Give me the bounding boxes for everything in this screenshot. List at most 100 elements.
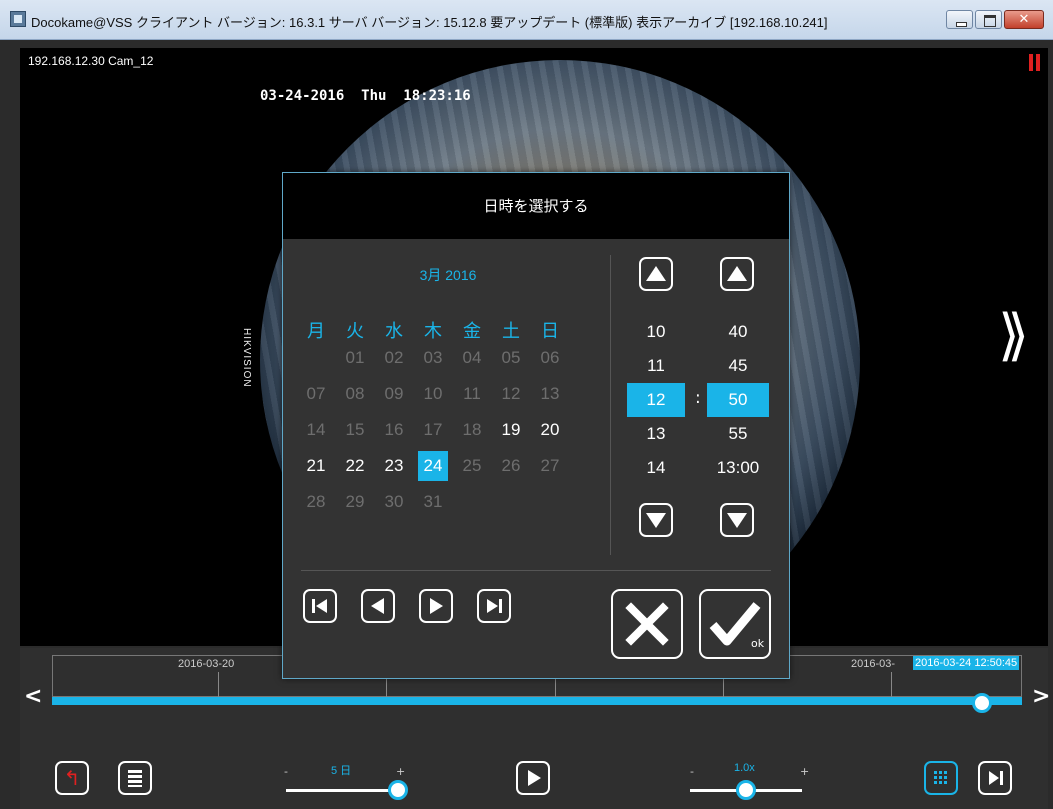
first-month-button[interactable] bbox=[303, 589, 337, 623]
next-month-button[interactable] bbox=[419, 589, 453, 623]
calendar-day[interactable]: 14 bbox=[301, 415, 331, 445]
prev-month-button[interactable] bbox=[361, 589, 395, 623]
weekday-label: 日 bbox=[541, 321, 559, 342]
calendar-day[interactable]: 28 bbox=[301, 487, 331, 517]
range-value: 5 日 bbox=[331, 765, 352, 777]
pause-icon[interactable] bbox=[1029, 54, 1041, 71]
timeline-tick bbox=[218, 672, 219, 698]
hour-option[interactable]: 13 bbox=[627, 417, 685, 451]
speed-value: 1.0x bbox=[734, 762, 755, 774]
play-button[interactable] bbox=[516, 761, 550, 795]
next-camera-chevron-icon[interactable]: ⟫ bbox=[998, 303, 1029, 368]
calendar-day[interactable]: 21 bbox=[301, 451, 331, 481]
hour-option[interactable]: 11 bbox=[627, 349, 685, 383]
calendar-day[interactable]: 24 bbox=[418, 451, 448, 481]
grid-layout-button[interactable] bbox=[924, 761, 958, 795]
minute-option[interactable]: 55 bbox=[707, 417, 769, 451]
time-separator: : bbox=[695, 388, 701, 408]
grid-icon bbox=[934, 771, 947, 784]
triangle-up-icon bbox=[727, 266, 747, 281]
calendar-day[interactable]: 25 bbox=[457, 451, 487, 481]
app-icon bbox=[10, 11, 26, 27]
timeline-progress-bar[interactable] bbox=[52, 697, 1022, 705]
list-icon bbox=[128, 770, 142, 787]
calendar-day[interactable]: 29 bbox=[340, 487, 370, 517]
list-button[interactable] bbox=[118, 761, 152, 795]
speed-slider-handle[interactable] bbox=[736, 780, 756, 800]
minute-up-button[interactable] bbox=[720, 257, 754, 291]
timeline-handle[interactable] bbox=[972, 693, 992, 713]
speed-minus[interactable]: - bbox=[690, 765, 694, 778]
calendar-day[interactable]: 11 bbox=[457, 379, 487, 409]
hour-option[interactable]: 12 bbox=[627, 383, 685, 417]
calendar-day[interactable]: 31 bbox=[418, 487, 448, 517]
speed-plus[interactable]: + bbox=[800, 765, 809, 778]
range-slider-handle[interactable] bbox=[388, 780, 408, 800]
triangle-down-icon bbox=[646, 513, 666, 528]
timeline-next-button[interactable]: > bbox=[1032, 684, 1050, 709]
range-slider-track[interactable] bbox=[286, 789, 398, 792]
calendar-day[interactable]: 15 bbox=[340, 415, 370, 445]
calendar-day[interactable]: 20 bbox=[535, 415, 565, 445]
minute-option[interactable]: 50 bbox=[707, 383, 769, 417]
return-arrow-icon: ↰ bbox=[63, 766, 81, 790]
calendar-day[interactable]: 17 bbox=[418, 415, 448, 445]
calendar-day[interactable]: 08 bbox=[340, 379, 370, 409]
calendar-day[interactable]: 30 bbox=[379, 487, 409, 517]
calendar-day[interactable]: 02 bbox=[379, 343, 409, 373]
calendar-day[interactable]: 26 bbox=[496, 451, 526, 481]
calendar-day[interactable]: 13 bbox=[535, 379, 565, 409]
timeline-prev-button[interactable]: < bbox=[24, 684, 42, 709]
window-titlebar: Docokame@VSS クライアント バージョン: 16.3.1 サーバ バー… bbox=[0, 0, 1053, 40]
divider bbox=[610, 255, 611, 555]
minute-down-button[interactable] bbox=[720, 503, 754, 537]
hour-down-button[interactable] bbox=[639, 503, 673, 537]
minute-option[interactable]: 40 bbox=[707, 315, 769, 349]
cancel-button[interactable] bbox=[611, 589, 683, 659]
calendar-day[interactable]: 16 bbox=[379, 415, 409, 445]
timeline-date-label: 2016-03-20 bbox=[178, 658, 235, 670]
osd-brand-watermark: HIKVISION bbox=[241, 328, 252, 388]
calendar-day[interactable]: 07 bbox=[301, 379, 331, 409]
calendar-day[interactable]: 05 bbox=[496, 343, 526, 373]
triangle-left-icon bbox=[371, 598, 384, 614]
minute-option[interactable]: 13:00 bbox=[707, 451, 769, 485]
timeline-tick bbox=[891, 672, 892, 698]
calendar-day[interactable]: 03 bbox=[418, 343, 448, 373]
calendar-day[interactable]: 23 bbox=[379, 451, 409, 481]
calendar-day[interactable]: 19 bbox=[496, 415, 526, 445]
weekday-label: 金 bbox=[463, 321, 481, 342]
calendar-day[interactable]: 18 bbox=[457, 415, 487, 445]
hour-up-button[interactable] bbox=[639, 257, 673, 291]
calendar-day[interactable]: 09 bbox=[379, 379, 409, 409]
calendar-day[interactable]: 22 bbox=[340, 451, 370, 481]
range-minus[interactable]: - bbox=[284, 765, 288, 778]
calendar-day[interactable]: 12 bbox=[496, 379, 526, 409]
weekday-label: 水 bbox=[385, 321, 403, 342]
hour-option[interactable]: 10 bbox=[627, 315, 685, 349]
weekday-label: 月 bbox=[307, 321, 325, 342]
triangle-down-icon bbox=[727, 513, 747, 528]
calendar-day[interactable]: 06 bbox=[535, 343, 565, 373]
datetime-picker-dialog: 日時を選択する 3月 2016 月火水木金土日 01 02 03 04 05 06 07 08… bbox=[282, 172, 790, 679]
minute-option[interactable]: 45 bbox=[707, 349, 769, 383]
maximize-button[interactable] bbox=[975, 10, 1002, 29]
calendar-day[interactable]: 10 bbox=[418, 379, 448, 409]
calendar-day[interactable]: 27 bbox=[535, 451, 565, 481]
hour-option[interactable]: 14 bbox=[627, 451, 685, 485]
minimize-button[interactable] bbox=[946, 10, 973, 29]
play-icon bbox=[528, 770, 541, 786]
close-window-button[interactable] bbox=[1004, 10, 1044, 29]
back-undo-button[interactable]: ↰ bbox=[55, 761, 89, 795]
timeline-date-label: 2016-03- bbox=[851, 658, 896, 670]
weekday-label: 木 bbox=[424, 321, 442, 342]
last-month-button[interactable] bbox=[477, 589, 511, 623]
close-icon bbox=[625, 602, 669, 646]
calendar-day[interactable]: 04 bbox=[457, 343, 487, 373]
calendar-day[interactable]: 01 bbox=[340, 343, 370, 373]
osd-timestamp: 03-24-2016 Thu 18:23:16 bbox=[260, 88, 471, 104]
range-plus[interactable]: + bbox=[396, 765, 405, 778]
skip-to-end-button[interactable] bbox=[978, 761, 1012, 795]
skip-start-icon bbox=[312, 599, 327, 613]
ok-button[interactable]: ok bbox=[699, 589, 771, 659]
